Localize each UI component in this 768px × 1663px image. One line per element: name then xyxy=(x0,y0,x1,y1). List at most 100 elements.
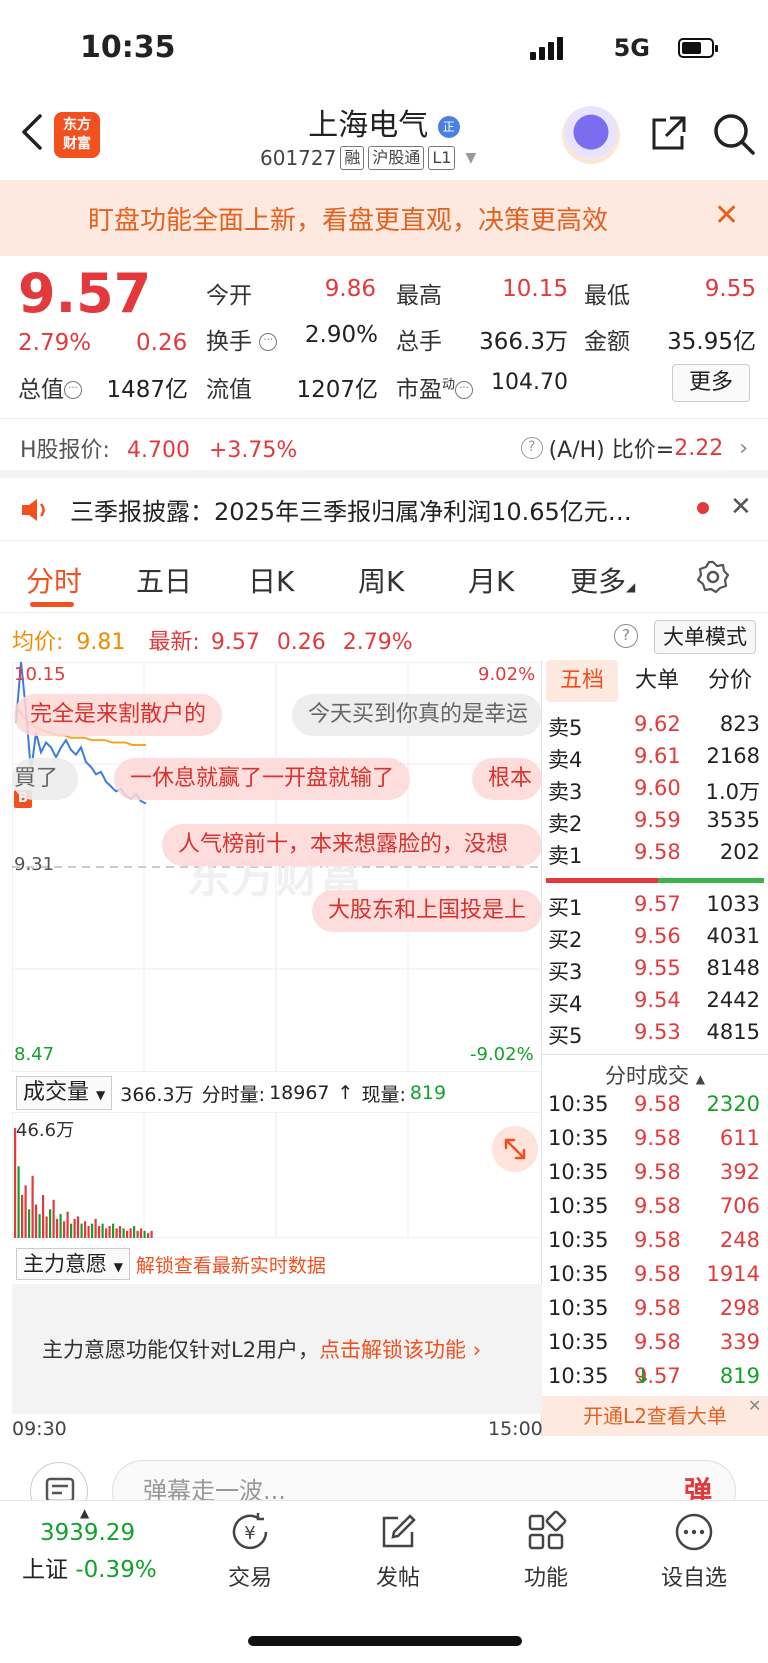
tab-price-dist[interactable]: 分价 xyxy=(694,660,766,702)
tab-intraday[interactable]: 分时 xyxy=(26,560,82,600)
tab-monthly-k[interactable]: 月K xyxy=(468,560,514,600)
danmu-bubble[interactable]: 一休息就赢了一开盘就输了 xyxy=(114,758,411,800)
stock-subtitle: 601727 融 沪股通 L1 ▼ xyxy=(260,146,476,170)
nav-trade[interactable]: ¥ 交易 xyxy=(190,1510,310,1592)
divider xyxy=(0,612,768,613)
bid-row: 买5 9.53 4815 xyxy=(548,1020,760,1048)
volume-bar xyxy=(38,1214,41,1238)
unlock-feature-link[interactable]: 点击解锁该功能 › xyxy=(319,1338,481,1362)
nav-post[interactable]: 发帖 xyxy=(338,1510,458,1592)
info-icon[interactable]: ··· xyxy=(259,333,278,351)
expand-icon[interactable] xyxy=(492,1126,538,1172)
tab-five-levels[interactable]: 五档 xyxy=(546,660,618,702)
settings-gear-icon[interactable] xyxy=(696,560,730,594)
tab-five-day[interactable]: 五日 xyxy=(136,560,192,600)
danmu-bubble[interactable]: 根本 xyxy=(472,758,542,800)
buy-sell-ratio-bar-sell xyxy=(546,878,658,883)
trades-title[interactable]: 分时成交 ▲ xyxy=(542,1060,768,1090)
volume-label: 总手 xyxy=(396,329,442,355)
search-icon[interactable] xyxy=(712,112,756,156)
assistant-robot-icon[interactable] xyxy=(562,106,620,164)
tab-more[interactable]: 更多◢ xyxy=(570,560,635,600)
stock-code: 601727 xyxy=(260,146,337,170)
volume-bar xyxy=(147,1233,150,1238)
danmu-bubble[interactable]: 完全是来割散户的 xyxy=(14,694,223,736)
danmu-bubble[interactable]: 大股东和上国投是上 xyxy=(312,890,542,932)
unlock-link[interactable]: 解锁查看最新实时数据 xyxy=(136,1251,326,1278)
index-ticker[interactable]: ▲ 3939.29 上证 -0.39% xyxy=(22,1506,182,1584)
pe-label: 市盈动 ··· xyxy=(396,370,474,404)
low-label: 最低 xyxy=(584,283,630,309)
nav-functions[interactable]: 功能 xyxy=(486,1510,606,1592)
price-info-row: 均价: 9.81 最新: 9.57 0.26 2.79% xyxy=(12,630,413,655)
volume-info-row: 成交量 ▼ 366.3万 分时量: 18967 ↑ 现量: 819 xyxy=(16,1076,446,1110)
pct-axis-high: 9.02% xyxy=(478,664,536,685)
tag-margin: 融 xyxy=(340,146,365,170)
more-button[interactable]: 更多 xyxy=(672,364,750,402)
y-axis-high: 10.15 xyxy=(14,664,66,685)
open-l2-button[interactable]: 开通L2查看大单 xyxy=(542,1396,768,1436)
trade-row: 10:35 9.58 611 xyxy=(548,1126,760,1150)
help-icon[interactable]: ? xyxy=(614,624,638,648)
index-value: 3939.29 xyxy=(40,1520,136,1546)
danmu-bubble[interactable]: 今天买到你真的是幸运 xyxy=(292,694,542,736)
divider xyxy=(0,540,768,541)
turnover-label: 换手 ··· xyxy=(206,322,278,356)
close-icon[interactable]: ✕ xyxy=(748,1396,761,1415)
open-value: 9.86 xyxy=(324,276,376,302)
volume-bar xyxy=(56,1218,59,1238)
promo-banner-text: 盯盘功能全面上新，看盘更直观，决策更高效 xyxy=(88,206,609,236)
battery-icon xyxy=(678,38,718,58)
volume-chart[interactable] xyxy=(12,1112,542,1238)
tab-weekly-k[interactable]: 周K xyxy=(358,560,404,600)
info-icon[interactable]: ··· xyxy=(64,381,82,399)
volume-bar xyxy=(49,1209,52,1238)
info-icon[interactable]: ··· xyxy=(455,381,474,399)
time-axis-start: 09:30 xyxy=(12,1418,67,1440)
volume-value: 366.3万 xyxy=(479,329,568,355)
volume-bar xyxy=(24,1185,27,1238)
danmu-bubble[interactable]: 買了 xyxy=(12,758,78,800)
unread-dot xyxy=(697,502,709,514)
help-icon[interactable]: ? xyxy=(520,437,543,459)
share-icon[interactable] xyxy=(648,114,688,154)
volume-bar xyxy=(129,1228,132,1238)
turnover-value: 2.90% xyxy=(304,322,378,348)
yuan-refresh-icon: ¥ xyxy=(232,1513,268,1550)
chevron-down-icon[interactable]: ▼ xyxy=(465,150,476,166)
trade-row: 10:35 9.58 248 xyxy=(548,1228,760,1252)
ah-ratio[interactable]: ? (A/H) 比价= 2.22 › xyxy=(520,432,748,464)
volume-bar xyxy=(140,1228,143,1238)
volume-indicator-select[interactable]: 成交量 ▼ xyxy=(16,1076,113,1110)
nav-add-watchlist[interactable]: 设自选 xyxy=(634,1510,754,1592)
h-share-change: +3.75% xyxy=(208,438,298,463)
volume-bar xyxy=(17,1166,20,1238)
volume-bar xyxy=(133,1226,136,1238)
chevron-right-icon: › xyxy=(739,435,748,461)
volume-bar xyxy=(91,1223,94,1238)
edit-icon xyxy=(382,1514,416,1548)
close-icon[interactable]: ✕ xyxy=(730,492,752,522)
volume-bar xyxy=(73,1218,76,1238)
trade-row: 10:35 9.58 339 xyxy=(548,1330,760,1354)
big-order-mode-button[interactable]: 大单模式 xyxy=(654,620,756,654)
volume-bar xyxy=(94,1218,97,1238)
news-ticker[interactable]: 三季报披露：2025年三季报归属净利润10.65亿元… xyxy=(70,492,690,527)
volume-bar xyxy=(66,1211,69,1238)
tab-daily-k[interactable]: 日K xyxy=(248,560,294,600)
volume-bar xyxy=(59,1214,62,1238)
close-icon[interactable]: ✕ xyxy=(714,198,739,233)
danmu-bubble[interactable]: 人气榜前十，本来想露脸的，没想 xyxy=(162,824,542,866)
bid-row: 买3 9.55 8148 xyxy=(548,956,760,984)
main-force-select[interactable]: 主力意愿 ▼ xyxy=(16,1248,130,1280)
tab-big-orders[interactable]: 大单 xyxy=(622,660,692,702)
h-share-row[interactable]: H股报价: 4.700 +3.75% xyxy=(20,432,297,464)
volume-bar xyxy=(77,1216,80,1238)
volume-bar xyxy=(84,1221,87,1238)
more-dots-icon xyxy=(675,1513,713,1551)
grid-icon xyxy=(528,1510,567,1550)
volume-bar xyxy=(35,1204,38,1238)
volume-bar xyxy=(87,1226,90,1238)
volume-bar xyxy=(70,1223,73,1238)
ask-row: 卖3 9.60 1.0万 xyxy=(548,776,760,804)
